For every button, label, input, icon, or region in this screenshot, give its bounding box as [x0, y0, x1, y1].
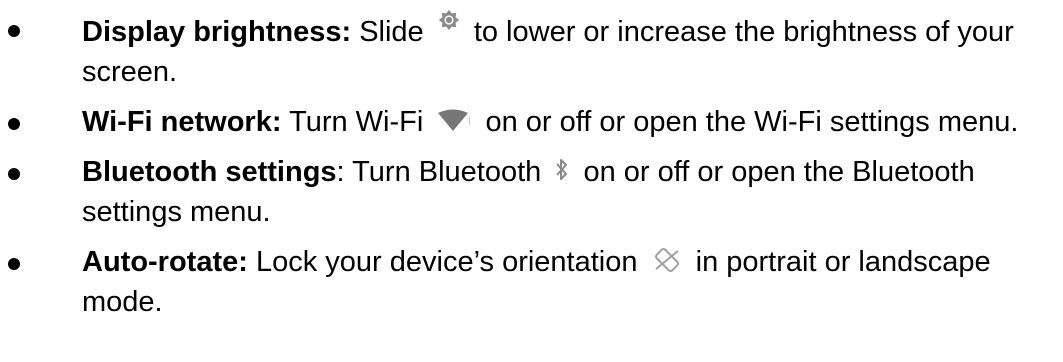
brightness-icon [438, 9, 460, 31]
list-item-bluetooth-settings: Bluetooth settings: Turn Bluetooth on or… [0, 152, 1042, 232]
settings-bullet-list: Display brightness: Slide to lower or in… [0, 0, 1063, 322]
item-term: Bluetooth settings [82, 156, 337, 188]
bullet-point [8, 118, 20, 130]
item-text-before-icon: Slide [359, 16, 424, 48]
item-term: Display brightness: [82, 16, 352, 48]
list-item-auto-rotate: Auto-rotate: Lock your device’s orientat… [0, 242, 1042, 322]
item-text-before-icon: Turn Bluetooth [352, 156, 542, 188]
bullet-point [8, 25, 20, 37]
list-item-display-brightness: Display brightness: Slide to lower or in… [0, 9, 1042, 92]
item-term-suffix: : [336, 156, 345, 188]
bluetooth-icon [555, 157, 569, 183]
item-term: Wi-Fi network: [82, 106, 282, 138]
wifi-icon [437, 109, 471, 133]
item-term: Auto-rotate: [82, 246, 248, 278]
bullet-point [8, 258, 20, 270]
item-text-before-icon: Lock your device’s orientation [255, 246, 638, 278]
list-item-wifi-network: Wi-Fi network: Turn Wi-Fi on or off or o… [0, 102, 1042, 142]
auto-rotate-icon [652, 247, 682, 273]
bullet-point [8, 168, 20, 180]
item-text-before-icon: Turn Wi-Fi [289, 106, 424, 138]
item-text-after-icon: on or off or open the Wi-Fi settings men… [485, 106, 1019, 138]
